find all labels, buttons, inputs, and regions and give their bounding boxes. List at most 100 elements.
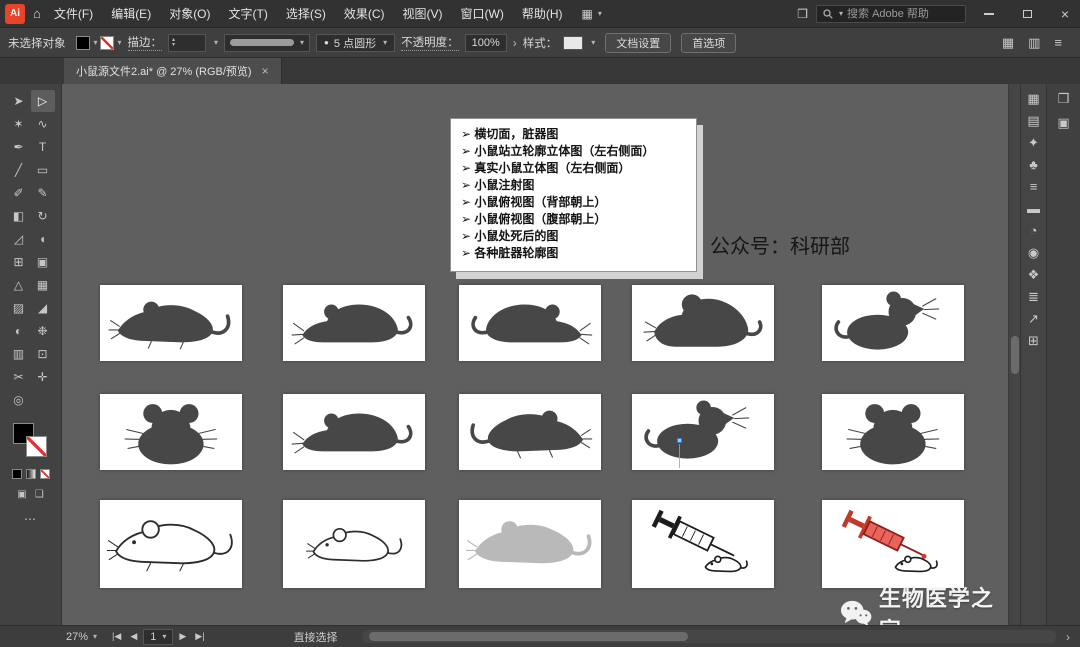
panel-libraries-icon[interactable]: ▣: [1057, 116, 1069, 129]
tool-pen[interactable]: ✒: [7, 136, 31, 158]
panel-asset-export-icon[interactable]: ↗: [1028, 312, 1039, 325]
artboard-3-hunched[interactable]: [459, 285, 601, 361]
artboard-1-side[interactable]: [100, 285, 242, 361]
tool-width[interactable]: ◖: [31, 228, 55, 250]
panel-color-guide-icon[interactable]: ✦: [1028, 136, 1039, 149]
tool-lasso[interactable]: ∿: [31, 113, 55, 135]
none-mode-icon[interactable]: [39, 469, 50, 479]
draw-normal-icon[interactable]: ▣: [17, 489, 26, 500]
canvas[interactable]: ➢ 横切面，脏器图 ➢ 小鼠站立轮廓立体图（左右侧面） ➢ 真实小鼠立体图（左右侧面…: [62, 84, 1008, 625]
tool-perspective-grid[interactable]: △: [7, 274, 31, 296]
tool-rectangle[interactable]: ▭: [31, 159, 55, 181]
fill-stroke-indicator[interactable]: [12, 423, 49, 459]
prev-artboard-button[interactable]: ◀: [127, 631, 140, 642]
tool-direct-selection[interactable]: ▷: [30, 90, 55, 112]
tool-column-graph[interactable]: ▥: [7, 343, 31, 365]
minimize-button[interactable]: [974, 0, 1004, 28]
panel-swatches-icon[interactable]: ▦: [1027, 92, 1039, 105]
panel-color-icon[interactable]: ▤: [1027, 114, 1039, 127]
tool-gradient[interactable]: ▨: [7, 297, 31, 319]
panel-artboards-icon[interactable]: ⊞: [1028, 334, 1039, 347]
panel-graphic-styles-icon[interactable]: ❖: [1028, 268, 1040, 281]
artboard-10-front[interactable]: [822, 394, 964, 470]
maximize-button[interactable]: [1012, 0, 1042, 28]
menu-item-0[interactable]: 文件(F): [45, 0, 102, 28]
toolbar-overflow-icon[interactable]: ⋯: [24, 512, 37, 526]
search-scope-chevron-icon[interactable]: ▾: [839, 9, 843, 18]
document-tab[interactable]: 小鼠源文件2.ai* @ 27% (RGB/预览) ×: [64, 58, 282, 84]
menu-icon[interactable]: ≡: [1054, 35, 1062, 50]
menu-item-3[interactable]: 文字(T): [220, 0, 277, 28]
tool-type[interactable]: T: [31, 136, 55, 158]
horizontal-scrollbar[interactable]: [361, 630, 1056, 643]
close-button[interactable]: ×: [1050, 0, 1080, 28]
document-setup-button[interactable]: 文档设置: [605, 32, 672, 53]
search-box[interactable]: ▾: [816, 4, 966, 23]
screen-mode-icon[interactable]: ❏: [35, 489, 44, 500]
artboard-11-outline[interactable]: [100, 500, 242, 588]
style-swatch[interactable]: [563, 35, 584, 50]
note-panel[interactable]: ➢ 横切面，脏器图 ➢ 小鼠站立轮廓立体图（左右侧面） ➢ 真实小鼠立体图（左右侧面…: [450, 118, 697, 272]
artboard-5-alert[interactable]: [822, 285, 964, 361]
menu-item-1[interactable]: 编辑(E): [102, 0, 160, 28]
search-input[interactable]: [847, 7, 959, 20]
artboard-number-select[interactable]: 1 ▾: [143, 628, 174, 645]
menu-item-5[interactable]: 效果(C): [335, 0, 394, 28]
tool-scale[interactable]: ◿: [7, 228, 31, 250]
panel-brushes-icon[interactable]: ▬: [1027, 202, 1040, 215]
panel-symbols-icon[interactable]: ♣: [1029, 158, 1038, 171]
home-icon[interactable]: ⌂: [33, 6, 41, 21]
artboard-7-hunched[interactable]: [283, 394, 425, 470]
artboard-13-light[interactable]: [459, 500, 601, 588]
tool-symbol-sprayer[interactable]: ❉: [31, 320, 55, 342]
tool-eraser[interactable]: ◧: [7, 205, 31, 227]
brush-definition-select[interactable]: ● 5 点圆形 ▾: [316, 33, 396, 52]
opacity-expand-icon[interactable]: ›: [513, 36, 517, 50]
stroke-weight-chevron-icon[interactable]: ▾: [214, 38, 218, 47]
zoom-level-select[interactable]: 27% ▾: [66, 631, 97, 643]
tab-close-icon[interactable]: ×: [262, 64, 269, 78]
menu-item-8[interactable]: 帮助(H): [513, 0, 572, 28]
tool-zoom[interactable]: ◎: [7, 389, 31, 411]
tool-paintbrush[interactable]: ✐: [7, 182, 31, 204]
panel-dock-icon[interactable]: ▥: [1028, 35, 1040, 51]
last-artboard-button[interactable]: ▶|: [192, 631, 207, 642]
tool-hand[interactable]: ✛: [31, 366, 55, 388]
tool-mesh[interactable]: ▦: [31, 274, 55, 296]
first-artboard-button[interactable]: |◀: [109, 631, 124, 642]
workspace-switcher[interactable]: ▦ ▾: [582, 7, 602, 21]
tool-selection[interactable]: ➤: [7, 90, 31, 112]
vertical-scrollbar-thumb[interactable]: [1011, 336, 1019, 374]
scroll-right-icon[interactable]: ›: [1066, 630, 1070, 644]
panel-layers-icon[interactable]: ≣: [1028, 290, 1039, 303]
stroke-none-swatch[interactable]: [25, 436, 47, 457]
tool-rotate[interactable]: ↻: [31, 205, 55, 227]
preferences-button[interactable]: 首选项: [681, 32, 737, 53]
tool-slice[interactable]: ✂: [7, 366, 31, 388]
artboard-4-round[interactable]: [632, 285, 774, 361]
style-chevron-icon[interactable]: ▾: [591, 38, 595, 47]
stroke-weight-label[interactable]: 描边：: [127, 34, 163, 51]
stroke-chevron-icon[interactable]: ▾: [118, 38, 122, 47]
artboard-8-side[interactable]: [459, 394, 601, 470]
artboard-9-alert[interactable]: [632, 394, 774, 470]
menu-item-6[interactable]: 视图(V): [394, 0, 452, 28]
vertical-scrollbar[interactable]: [1008, 84, 1020, 625]
gradient-mode-icon[interactable]: [25, 469, 36, 479]
artboard-2-hunched[interactable]: [283, 285, 425, 361]
menu-item-7[interactable]: 窗口(W): [452, 0, 513, 28]
menu-item-2[interactable]: 对象(O): [160, 0, 219, 28]
color-mode-icon[interactable]: [11, 469, 22, 479]
arrange-documents-icon[interactable]: ❒: [797, 7, 808, 21]
panel-stroke-icon[interactable]: ≡: [1030, 180, 1038, 193]
artboard-15-syringe-red[interactable]: [822, 500, 964, 588]
panel-appearance-icon[interactable]: ◉: [1028, 246, 1039, 259]
artboard-12-outline-small[interactable]: [283, 500, 425, 588]
tool-eyedropper[interactable]: ◢: [31, 297, 55, 319]
stroke-color-swatch[interactable]: [99, 35, 114, 50]
panel-transparency-icon[interactable]: ◔: [1030, 224, 1038, 237]
tool-line-segment[interactable]: ╱: [7, 159, 31, 181]
app-logo-icon[interactable]: Ai: [5, 3, 25, 24]
stroke-weight-stepper[interactable]: ▴ ▾: [168, 33, 207, 52]
tool-pencil[interactable]: ✎: [31, 182, 55, 204]
